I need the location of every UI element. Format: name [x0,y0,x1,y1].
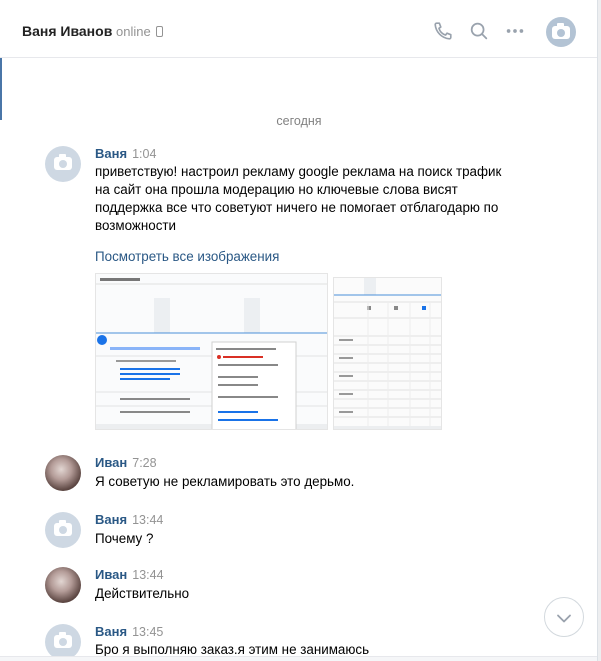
chevron-down-icon [557,614,571,623]
message-author[interactable]: Иван [95,455,127,470]
message-text: приветствую! настроил рекламу google рек… [95,164,502,233]
mobile-device-icon [156,26,163,37]
chat-window: Ваня Иванов online сегодня Ваня 1:04 при… [0,0,598,661]
contact-status: online [116,24,151,39]
contact-avatar[interactable] [546,17,576,47]
message-text: Действительно [95,586,190,601]
message-author[interactable]: Ваня [95,146,127,161]
scroll-indicator [0,58,2,120]
message-header: Ваня 1:04 [95,146,156,161]
phone-icon[interactable] [432,20,454,42]
message-header: Иван 7:28 [95,455,157,470]
scroll-down-button[interactable] [544,597,584,637]
message-author[interactable]: Ваня [95,624,127,639]
avatar[interactable] [45,567,81,603]
message-time: 1:04 [132,147,157,161]
avatar[interactable] [45,455,81,491]
camera-icon [54,520,72,536]
message-time: 13:44 [132,513,164,527]
message-author[interactable]: Иван [95,567,127,582]
message-time: 13:44 [132,568,164,582]
avatar[interactable] [45,512,81,548]
avatar[interactable] [45,624,81,660]
message-header: Иван 13:44 [95,567,164,582]
contact-name[interactable]: Ваня Иванов [22,23,112,39]
message-text: Я советую не рекламировать это дерьмо. [95,474,355,489]
message-header: Ваня 13:44 [95,512,163,527]
more-icon[interactable] [504,20,526,42]
search-icon[interactable] [468,20,490,42]
message-header: Ваня 13:45 [95,624,163,639]
message-author[interactable]: Ваня [95,512,127,527]
camera-icon [552,23,570,39]
message-time: 13:45 [132,625,164,639]
chat-header: Ваня Иванов online [0,0,597,58]
view-all-images-link[interactable]: Посмотреть все изображения [95,249,279,264]
attached-image[interactable] [333,277,442,430]
attached-image[interactable] [95,273,328,430]
date-separator: сегодня [276,114,322,128]
avatar[interactable] [45,146,81,182]
camera-icon [54,632,72,648]
camera-icon [54,154,72,170]
message-time: 7:28 [132,456,157,470]
composer-edge [0,656,597,661]
message-text: Почему ? [95,531,154,546]
